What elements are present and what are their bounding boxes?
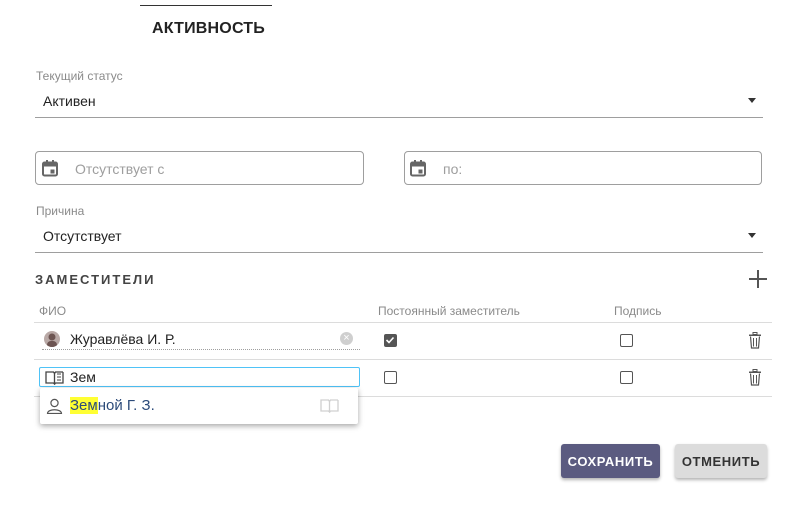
table-row: Журавлёва И. Р. ×	[34, 323, 772, 359]
save-button[interactable]: СОХРАНИТЬ	[561, 444, 660, 478]
absent-to-placeholder: по:	[443, 161, 463, 177]
column-header-permanent: Постоянный заместитель	[378, 304, 520, 318]
deputies-title: ЗАМЕСТИТЕЛИ	[35, 272, 156, 287]
absent-to-field[interactable]: по:	[404, 151, 762, 185]
calendar-icon[interactable]	[409, 159, 427, 182]
status-underline	[35, 117, 763, 118]
column-header-name: ФИО	[39, 304, 67, 318]
reason-underline	[35, 252, 763, 253]
clear-icon[interactable]: ×	[340, 332, 353, 345]
tab-activity[interactable]: АКТИВНОСТЬ	[152, 20, 265, 38]
suggestion-popup: Земной Г. З.	[40, 388, 358, 424]
absent-from-field[interactable]: Отсутствует с	[35, 151, 364, 185]
reason-select[interactable]: Отсутствует	[35, 224, 763, 253]
column-header-signature: Подпись	[614, 304, 662, 318]
trash-icon[interactable]	[748, 332, 762, 354]
signature-checkbox[interactable]	[620, 371, 633, 384]
calendar-icon[interactable]	[41, 159, 59, 182]
status-label: Текущий статус	[36, 69, 123, 83]
book-icon	[320, 398, 339, 418]
avatar	[44, 331, 60, 347]
tab-active-indicator	[140, 5, 272, 6]
cancel-button[interactable]: ОТМЕНИТЬ	[675, 444, 767, 478]
status-select[interactable]: Активен	[35, 90, 763, 118]
deputy-name: Журавлёва И. Р.	[70, 331, 176, 347]
status-value: Активен	[43, 93, 96, 109]
reason-value: Отсутствует	[43, 228, 122, 244]
suggestion-match: Зем	[70, 397, 98, 414]
trash-icon[interactable]	[748, 369, 762, 391]
deputy-search-input[interactable]: Зем	[39, 367, 360, 387]
permanent-checkbox[interactable]	[384, 334, 397, 347]
caret-down-icon	[748, 98, 756, 103]
caret-down-icon	[748, 233, 756, 238]
person-icon	[46, 398, 63, 419]
suggestion-rest: ной Г. З.	[97, 397, 155, 414]
reason-label: Причина	[36, 204, 85, 218]
signature-checkbox[interactable]	[620, 334, 633, 347]
suggestion-label: Земной Г. З.	[70, 397, 155, 414]
search-value: Зем	[70, 369, 96, 385]
field-underline	[42, 349, 360, 350]
suggestion-item[interactable]: Земной Г. З.	[40, 388, 358, 424]
book-icon	[45, 370, 64, 390]
plus-icon[interactable]	[749, 270, 767, 288]
permanent-checkbox[interactable]	[384, 371, 397, 384]
absent-from-placeholder: Отсутствует с	[75, 161, 165, 177]
